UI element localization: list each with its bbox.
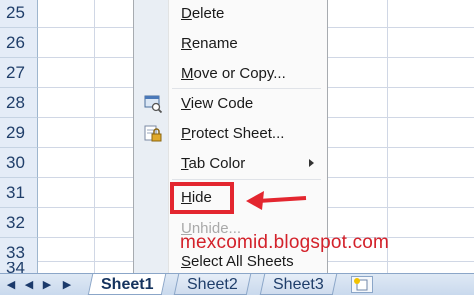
accelerator-key: D	[181, 5, 192, 22]
view-code-icon	[144, 95, 163, 113]
menu-item-select-all-sheets[interactable]: Select All Sheets	[181, 251, 294, 273]
menu-item-label: elete	[191, 5, 225, 22]
watermark-text: mexcomid.blogspot.com	[180, 232, 390, 253]
row-header-28[interactable]: 28	[0, 88, 38, 118]
tab-label: Sheet2	[187, 276, 238, 293]
row-header-32[interactable]: 32	[0, 208, 38, 238]
accelerator-key: S	[181, 253, 192, 270]
row-number: 25	[6, 2, 25, 22]
row-header-31[interactable]: 31	[0, 178, 38, 208]
menu-item-delete[interactable]: Delete	[181, 3, 224, 25]
row-number: 32	[6, 212, 25, 232]
menu-item-protect-sheet[interactable]: Protect Sheet...	[181, 123, 284, 145]
menu-item-view-code[interactable]: View Code	[181, 93, 253, 115]
tab-sheet1[interactable]: Sheet1	[87, 274, 167, 295]
row-number: 28	[6, 92, 25, 112]
first-sheet-icon[interactable]: ◀	[4, 278, 18, 292]
prev-sheet-icon[interactable]: ◀	[22, 278, 36, 292]
menu-item-label: rotect Sheet...	[191, 125, 285, 142]
tab-sheet2[interactable]: Sheet2	[173, 274, 251, 295]
row-header-29[interactable]: 29	[0, 118, 38, 148]
next-sheet-icon[interactable]: ▶	[40, 278, 54, 292]
row-number: 33	[6, 242, 25, 262]
accelerator-key: R	[181, 35, 192, 52]
row-header-26[interactable]: 26	[0, 28, 38, 58]
menu-item-rename[interactable]: Rename	[181, 33, 238, 55]
row-number: 26	[6, 32, 25, 52]
menu-item-tab-color[interactable]: Tab Color	[181, 153, 245, 175]
tab-label: Sheet3	[273, 276, 324, 293]
menu-separator	[172, 179, 321, 180]
accelerator-key: V	[181, 95, 191, 112]
submenu-arrow-icon	[309, 159, 314, 167]
row-header-25[interactable]: 25	[0, 0, 38, 28]
insert-sheet-icon[interactable]	[351, 276, 373, 293]
pointer-arrow-icon	[246, 191, 307, 210]
menu-item-label: ab Color	[188, 155, 246, 172]
row-header-30[interactable]: 30	[0, 148, 38, 178]
hide-highlight-box	[170, 182, 234, 214]
menu-item-move-or-copy[interactable]: Move or Copy...	[181, 63, 286, 85]
gridline	[94, 0, 95, 273]
sheet-tab-bar: ◀ ◀ ▶ ▶ Sheet1 Sheet2 Sheet3	[0, 273, 474, 295]
accelerator-key: M	[181, 65, 194, 82]
last-sheet-icon[interactable]: ▶	[60, 278, 74, 292]
row-number: 31	[6, 182, 25, 202]
new-sheet-glyph-icon	[354, 278, 368, 291]
row-number: 27	[6, 62, 25, 82]
row-number: 29	[6, 122, 25, 142]
menu-separator	[172, 88, 321, 89]
row-header-27[interactable]: 27	[0, 58, 38, 88]
tab-label: Sheet1	[101, 276, 154, 293]
accelerator-key: T	[181, 155, 189, 172]
tab-sheet3[interactable]: Sheet3	[259, 274, 337, 295]
menu-item-label: elect All Sheets	[191, 253, 294, 270]
menu-item-label: ename	[191, 35, 238, 52]
menu-item-label: ove or Copy...	[193, 65, 286, 82]
menu-item-label: iew Code	[190, 95, 254, 112]
row-number: 30	[6, 152, 25, 172]
protect-sheet-icon	[144, 125, 162, 142]
accelerator-key: P	[181, 125, 192, 142]
